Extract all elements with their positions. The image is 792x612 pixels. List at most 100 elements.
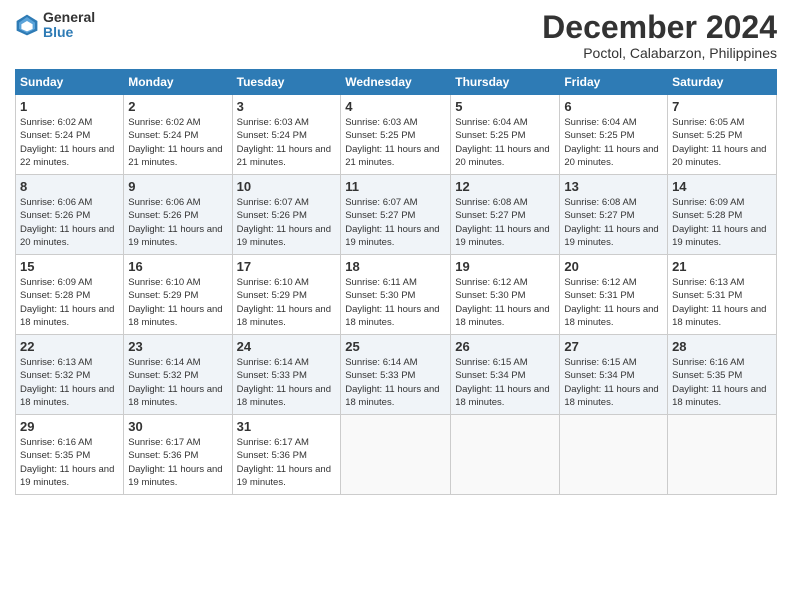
day-info: Sunrise: 6:10 AMSunset: 5:29 PMDaylight:…	[128, 276, 227, 329]
day-number: 7	[672, 99, 772, 114]
day-number: 27	[564, 339, 663, 354]
calendar-cell: 8 Sunrise: 6:06 AMSunset: 5:26 PMDaylight…	[16, 175, 124, 255]
day-info: Sunrise: 6:13 AMSunset: 5:32 PMDaylight:…	[20, 356, 119, 409]
day-number: 9	[128, 179, 227, 194]
day-info: Sunrise: 6:09 AMSunset: 5:28 PMDaylight:…	[672, 196, 772, 249]
day-info: Sunrise: 6:17 AMSunset: 5:36 PMDaylight:…	[237, 436, 337, 489]
day-info: Sunrise: 6:05 AMSunset: 5:25 PMDaylight:…	[672, 116, 772, 169]
calendar-cell: 18Sunrise: 6:11 AMSunset: 5:30 PMDayligh…	[341, 255, 451, 335]
day-number: 4	[345, 99, 446, 114]
calendar-cell: 17Sunrise: 6:10 AMSunset: 5:29 PMDayligh…	[232, 255, 341, 335]
day-info: Sunrise: 6:07 AMSunset: 5:27 PMDaylight:…	[345, 196, 446, 249]
calendar-week-4: 22 Sunrise: 6:13 AMSunset: 5:32 PMDayligh…	[16, 335, 777, 415]
logo-general-text: General	[43, 10, 95, 25]
day-number: 21	[672, 259, 772, 274]
day-info: Sunrise: 6:17 AMSunset: 5:36 PMDaylight:…	[128, 436, 227, 489]
day-info: Sunrise: 6:08 AMSunset: 5:27 PMDaylight:…	[455, 196, 555, 249]
calendar-week-1: 1Sunrise: 6:02 AMSunset: 5:24 PMDaylight…	[16, 95, 777, 175]
day-info: Sunrise: 6:04 AMSunset: 5:25 PMDaylight:…	[455, 116, 555, 169]
logo-icon	[15, 13, 39, 37]
day-info: Sunrise: 6:04 AMSunset: 5:25 PMDaylight:…	[564, 116, 663, 169]
day-info: Sunrise: 6:10 AMSunset: 5:29 PMDaylight:…	[237, 276, 337, 329]
day-number: 6	[564, 99, 663, 114]
calendar-cell: 22 Sunrise: 6:13 AMSunset: 5:32 PMDayligh…	[16, 335, 124, 415]
day-number: 24	[237, 339, 337, 354]
day-info: Sunrise: 6:02 AMSunset: 5:24 PMDaylight:…	[128, 116, 227, 169]
logo-blue-text: Blue	[43, 25, 95, 40]
day-info: Sunrise: 6:14 AMSunset: 5:33 PMDaylight:…	[237, 356, 337, 409]
day-number: 26	[455, 339, 555, 354]
day-number: 18	[345, 259, 446, 274]
day-info: Sunrise: 6:06 AMSunset: 5:26 PMDaylight:…	[20, 196, 119, 249]
day-number: 19	[455, 259, 555, 274]
day-info: Sunrise: 6:03 AMSunset: 5:24 PMDaylight:…	[237, 116, 337, 169]
calendar-cell	[668, 415, 777, 495]
calendar-cell: 27 Sunrise: 6:15 AMSunset: 5:34 PMDayligh…	[560, 335, 668, 415]
calendar-cell: 31 Sunrise: 6:17 AMSunset: 5:36 PMDayligh…	[232, 415, 341, 495]
calendar-cell: 6 Sunrise: 6:04 AMSunset: 5:25 PMDaylight…	[560, 95, 668, 175]
day-number: 30	[128, 419, 227, 434]
day-number: 8	[20, 179, 119, 194]
header: General Blue December 2024 Poctol, Calab…	[15, 10, 777, 61]
calendar-cell: 15 Sunrise: 6:09 AMSunset: 5:28 PMDayligh…	[16, 255, 124, 335]
day-info: Sunrise: 6:12 AMSunset: 5:31 PMDaylight:…	[564, 276, 663, 329]
calendar-cell: 25 Sunrise: 6:14 AMSunset: 5:33 PMDayligh…	[341, 335, 451, 415]
calendar-cell: 30 Sunrise: 6:17 AMSunset: 5:36 PMDayligh…	[124, 415, 232, 495]
main-title: December 2024	[542, 10, 777, 45]
weekday-header-monday: Monday	[124, 70, 232, 95]
calendar-cell: 9Sunrise: 6:06 AMSunset: 5:26 PMDaylight…	[124, 175, 232, 255]
day-info: Sunrise: 6:15 AMSunset: 5:34 PMDaylight:…	[564, 356, 663, 409]
day-info: Sunrise: 6:09 AMSunset: 5:28 PMDaylight:…	[20, 276, 119, 329]
day-number: 10	[237, 179, 337, 194]
calendar-cell: 11Sunrise: 6:07 AMSunset: 5:27 PMDayligh…	[341, 175, 451, 255]
day-number: 13	[564, 179, 663, 194]
day-number: 22	[20, 339, 119, 354]
title-block: December 2024 Poctol, Calabarzon, Philip…	[542, 10, 777, 61]
calendar-cell: 4Sunrise: 6:03 AMSunset: 5:25 PMDaylight…	[341, 95, 451, 175]
day-number: 2	[128, 99, 227, 114]
day-info: Sunrise: 6:15 AMSunset: 5:34 PMDaylight:…	[455, 356, 555, 409]
calendar-cell: 29Sunrise: 6:16 AMSunset: 5:35 PMDayligh…	[16, 415, 124, 495]
day-number: 14	[672, 179, 772, 194]
page: General Blue December 2024 Poctol, Calab…	[0, 0, 792, 612]
day-number: 12	[455, 179, 555, 194]
logo: General Blue	[15, 10, 95, 41]
calendar-cell: 26 Sunrise: 6:15 AMSunset: 5:34 PMDayligh…	[451, 335, 560, 415]
day-info: Sunrise: 6:07 AMSunset: 5:26 PMDaylight:…	[237, 196, 337, 249]
weekday-header-wednesday: Wednesday	[341, 70, 451, 95]
day-number: 23	[128, 339, 227, 354]
day-number: 31	[237, 419, 337, 434]
calendar-cell: 13Sunrise: 6:08 AMSunset: 5:27 PMDayligh…	[560, 175, 668, 255]
day-info: Sunrise: 6:16 AMSunset: 5:35 PMDaylight:…	[20, 436, 119, 489]
day-number: 25	[345, 339, 446, 354]
day-info: Sunrise: 6:13 AMSunset: 5:31 PMDaylight:…	[672, 276, 772, 329]
day-number: 5	[455, 99, 555, 114]
weekday-header-row: SundayMondayTuesdayWednesdayThursdayFrid…	[16, 70, 777, 95]
calendar-cell: 5 Sunrise: 6:04 AMSunset: 5:25 PMDaylight…	[451, 95, 560, 175]
calendar-cell: 20 Sunrise: 6:12 AMSunset: 5:31 PMDayligh…	[560, 255, 668, 335]
day-info: Sunrise: 6:02 AMSunset: 5:24 PMDaylight:…	[20, 116, 119, 169]
calendar-cell: 12 Sunrise: 6:08 AMSunset: 5:27 PMDayligh…	[451, 175, 560, 255]
day-info: Sunrise: 6:16 AMSunset: 5:35 PMDaylight:…	[672, 356, 772, 409]
calendar-cell: 14 Sunrise: 6:09 AMSunset: 5:28 PMDayligh…	[668, 175, 777, 255]
calendar-cell: 1Sunrise: 6:02 AMSunset: 5:24 PMDaylight…	[16, 95, 124, 175]
weekday-header-tuesday: Tuesday	[232, 70, 341, 95]
calendar-cell: 2 Sunrise: 6:02 AMSunset: 5:24 PMDaylight…	[124, 95, 232, 175]
calendar-week-3: 15 Sunrise: 6:09 AMSunset: 5:28 PMDayligh…	[16, 255, 777, 335]
day-info: Sunrise: 6:14 AMSunset: 5:33 PMDaylight:…	[345, 356, 446, 409]
day-info: Sunrise: 6:14 AMSunset: 5:32 PMDaylight:…	[128, 356, 227, 409]
calendar-header: SundayMondayTuesdayWednesdayThursdayFrid…	[16, 70, 777, 95]
weekday-header-sunday: Sunday	[16, 70, 124, 95]
calendar-cell: 16Sunrise: 6:10 AMSunset: 5:29 PMDayligh…	[124, 255, 232, 335]
calendar-cell	[560, 415, 668, 495]
calendar-cell: 19 Sunrise: 6:12 AMSunset: 5:30 PMDayligh…	[451, 255, 560, 335]
day-number: 3	[237, 99, 337, 114]
day-number: 15	[20, 259, 119, 274]
logo-text: General Blue	[43, 10, 95, 41]
day-number: 20	[564, 259, 663, 274]
calendar-cell: 7 Sunrise: 6:05 AMSunset: 5:25 PMDaylight…	[668, 95, 777, 175]
day-info: Sunrise: 6:12 AMSunset: 5:30 PMDaylight:…	[455, 276, 555, 329]
calendar-table: SundayMondayTuesdayWednesdayThursdayFrid…	[15, 69, 777, 495]
weekday-header-thursday: Thursday	[451, 70, 560, 95]
calendar-week-5: 29Sunrise: 6:16 AMSunset: 5:35 PMDayligh…	[16, 415, 777, 495]
